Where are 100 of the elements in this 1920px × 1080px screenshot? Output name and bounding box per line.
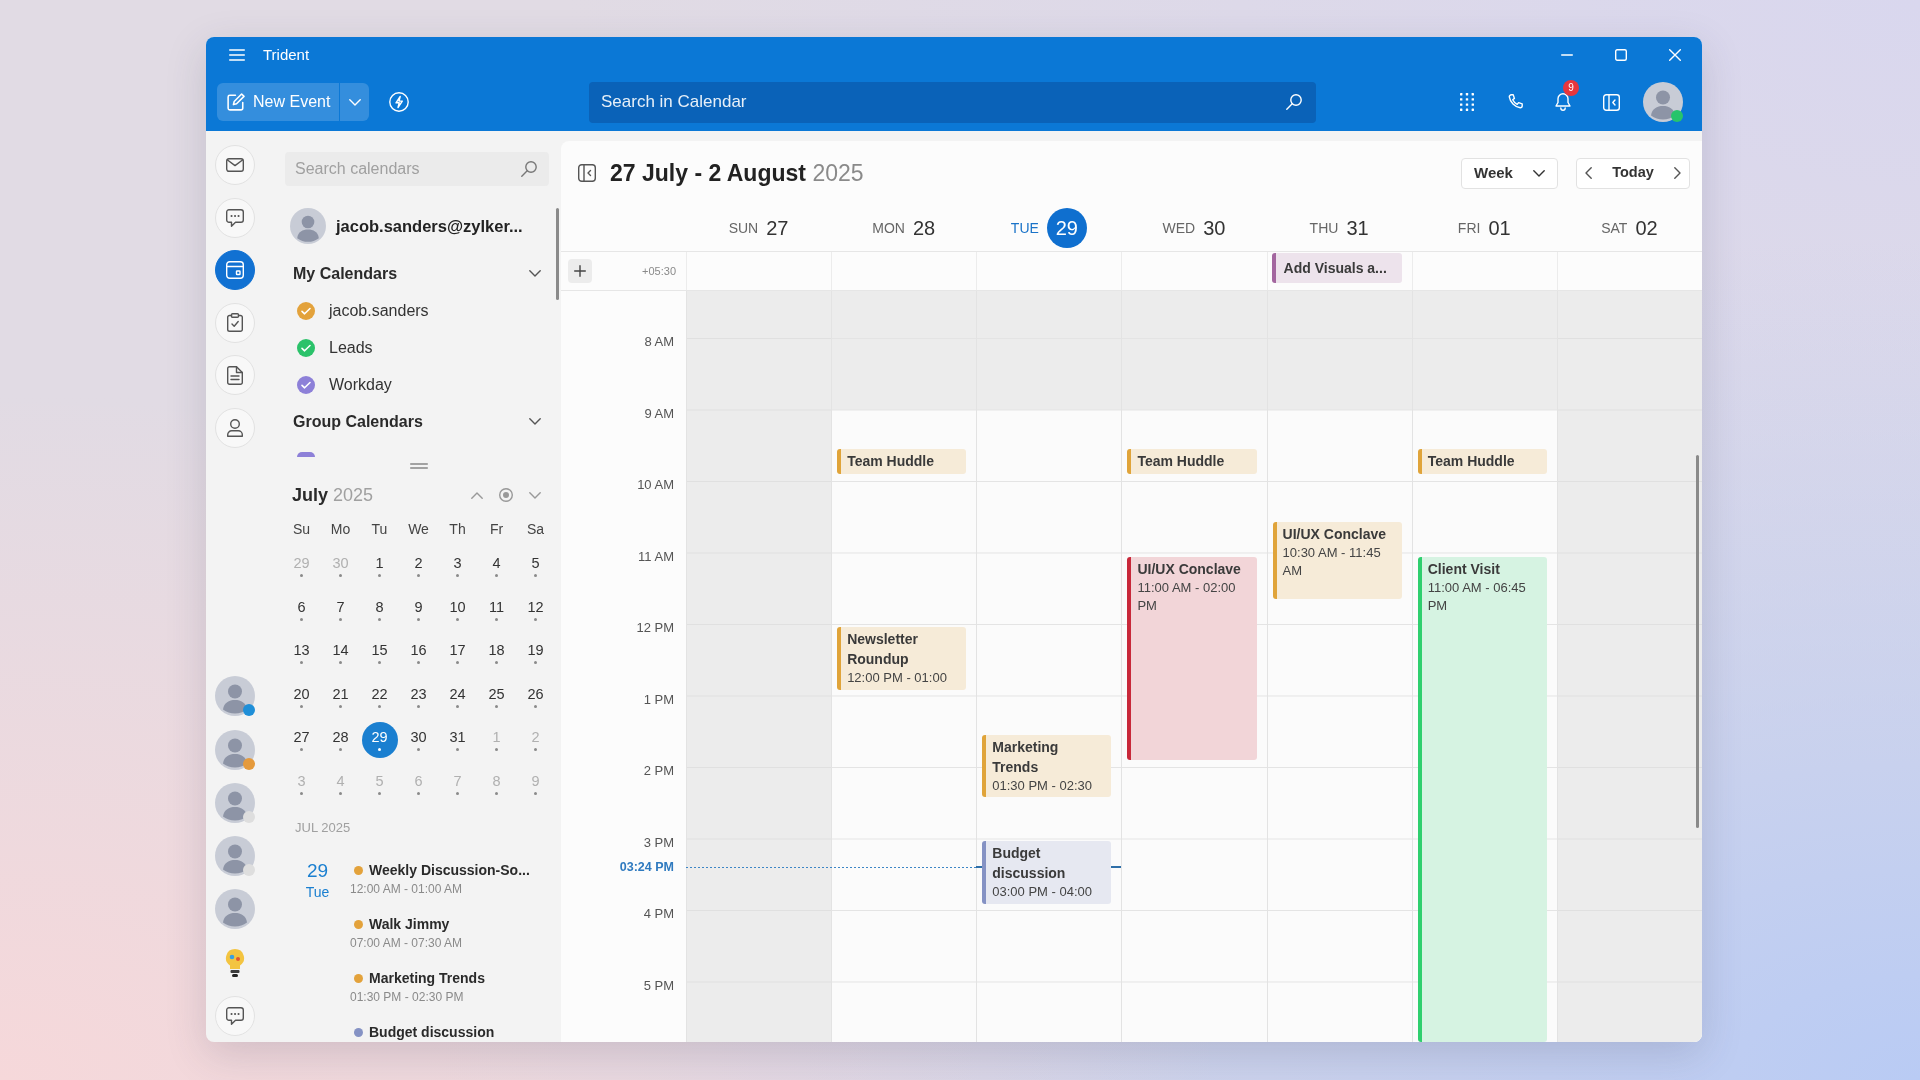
calendar-day[interactable]: 22 (361, 678, 398, 715)
scrollbar-thumb[interactable] (556, 208, 559, 300)
day-number[interactable]: 01 (1488, 213, 1511, 243)
calendar-day[interactable]: 15 (361, 634, 398, 671)
calendar-day[interactable]: 24 (439, 678, 476, 715)
avatar-icon[interactable] (215, 729, 255, 770)
day-number[interactable]: 28 (912, 213, 936, 243)
close-icon[interactable] (1669, 49, 1681, 61)
event-card[interactable]: UI/UX Conclave 10:30 AM - 11:45 AM (1272, 521, 1402, 599)
hour-label: 10 AM (637, 476, 674, 494)
calendar-day[interactable]: 6 (283, 591, 320, 628)
calendar-day[interactable]: 30 (400, 721, 437, 758)
event-card[interactable]: Newsletter Roundup 12:00 PM - 01:00 (837, 626, 967, 690)
grid-icon[interactable] (1460, 93, 1474, 111)
chat-button[interactable] (215, 996, 255, 1036)
event-time: 11:00 AM - 02:00 PM (1137, 578, 1237, 615)
search-icon[interactable] (521, 161, 537, 177)
phone-icon[interactable] (1506, 93, 1524, 111)
day-number[interactable]: 02 (1635, 213, 1658, 243)
sidebar-toggle-icon[interactable] (578, 164, 596, 182)
calendar-day[interactable]: 26 (517, 678, 554, 715)
event-card[interactable]: Team Huddle (837, 448, 967, 474)
chevron-down-icon[interactable] (529, 270, 541, 277)
calendar-day[interactable]: 25 (478, 678, 515, 715)
calendar-day[interactable]: 19 (517, 634, 554, 671)
agenda-event-title[interactable]: Marketing Trends (369, 968, 485, 988)
target-icon[interactable] (499, 488, 513, 502)
weekday-label: SAT (1601, 218, 1628, 238)
lightbulb-icon[interactable] (224, 948, 246, 977)
calendar-day[interactable]: 11 (478, 591, 515, 628)
agenda-date: 29 (306, 860, 329, 882)
scrollbar-thumb[interactable] (1696, 455, 1699, 828)
chevron-down-icon[interactable] (529, 418, 541, 425)
calendar-day[interactable]: 21 (322, 678, 359, 715)
calendar-day[interactable]: 27 (283, 721, 320, 758)
search-icon[interactable] (1286, 94, 1302, 110)
calendar-day[interactable]: 23 (400, 678, 437, 715)
day-number[interactable]: 31 (1346, 213, 1369, 243)
avatar-icon[interactable] (215, 782, 255, 823)
hour-label: 8 AM (644, 333, 674, 351)
agenda-event-title[interactable]: Walk Jimmy (369, 914, 450, 934)
agenda-weekday: Tue (305, 883, 330, 902)
event-card[interactable]: UI/UX Conclave 11:00 AM - 02:00 PM (1127, 556, 1257, 760)
event-card[interactable]: Client Visit 11:00 AM - 06:45 PM (1417, 556, 1547, 1042)
calendar-day[interactable]: 9 (400, 591, 437, 628)
calendar-day[interactable]: 5 (517, 547, 554, 584)
calendar-day[interactable]: 12 (517, 591, 554, 628)
avatar-icon[interactable] (215, 836, 255, 877)
calendar-day[interactable]: 4 (478, 547, 515, 584)
calendar-day[interactable]: 16 (400, 634, 437, 671)
chevron-up-icon[interactable] (471, 491, 483, 499)
drag-handle-icon[interactable] (410, 463, 428, 469)
event-card[interactable]: Marketing Trends 01:30 PM - 02:30 (982, 734, 1112, 797)
avatar-icon[interactable] (215, 889, 255, 930)
chat-icon (226, 1007, 244, 1025)
agenda-event-title[interactable]: Weekly Discussion-So... (369, 860, 530, 880)
event-title: Team Huddle (1137, 451, 1226, 471)
rail-app-button[interactable] (215, 250, 255, 290)
search-field[interactable]: Search calendars (285, 152, 549, 186)
day-number[interactable]: 29 (1046, 208, 1087, 248)
event-chip[interactable]: Add Visuals a... (1271, 253, 1402, 283)
side-panel-icon[interactable] (1602, 93, 1620, 111)
calendar-day[interactable]: 3 (439, 547, 476, 584)
avatar-icon[interactable] (1643, 82, 1683, 122)
event-card[interactable]: Budget discussion 03:00 PM - 04:00 (982, 840, 1112, 904)
lightning-icon[interactable] (389, 92, 409, 112)
agenda-event-title[interactable]: Budget discussion (369, 1022, 495, 1042)
chevron-left-icon[interactable] (1585, 167, 1592, 179)
calendar-checkbox[interactable] (297, 338, 315, 357)
calendar-day[interactable]: 20 (283, 678, 320, 715)
calendar-day[interactable]: 13 (283, 634, 320, 671)
calendar-day[interactable]: 1 (361, 547, 398, 584)
calendar-day[interactable]: 8 (361, 591, 398, 628)
search-field[interactable]: Search in Calendar (589, 81, 1316, 123)
add-event-button[interactable] (568, 259, 592, 283)
account-email[interactable]: jacob.sanders@zylker... (336, 213, 523, 239)
chevron-right-icon[interactable] (1674, 167, 1681, 179)
calendar-day[interactable]: 14 (322, 634, 359, 671)
day-number[interactable]: 30 (1203, 213, 1226, 243)
calendar-day[interactable]: 28 (322, 721, 359, 758)
view-dropdown[interactable]: Week (1461, 157, 1558, 189)
event-title: Newsletter Roundup (847, 629, 919, 669)
day-number[interactable]: 27 (766, 213, 789, 243)
calendar-checkbox[interactable] (297, 301, 315, 320)
compose-icon (227, 93, 245, 111)
avatar-icon[interactable] (215, 676, 255, 717)
today-button[interactable]: Today (1608, 162, 1658, 184)
calendar-day[interactable]: 18 (478, 634, 515, 671)
menu-icon[interactable] (229, 49, 245, 61)
calendar-checkbox[interactable] (297, 375, 315, 394)
calendar-day[interactable]: 10 (439, 591, 476, 628)
event-card[interactable]: Team Huddle (1127, 448, 1257, 474)
calendar-day[interactable]: 31 (439, 721, 476, 758)
calendar-day[interactable]: 7 (322, 591, 359, 628)
calendar-day[interactable]: 2 (400, 547, 437, 584)
maximize-icon[interactable] (1615, 49, 1627, 61)
event-card[interactable]: Team Huddle (1417, 448, 1547, 474)
calendar-day[interactable]: 29 (361, 721, 398, 758)
calendar-day[interactable]: 17 (439, 634, 476, 671)
bell-icon[interactable] (1555, 93, 1571, 111)
